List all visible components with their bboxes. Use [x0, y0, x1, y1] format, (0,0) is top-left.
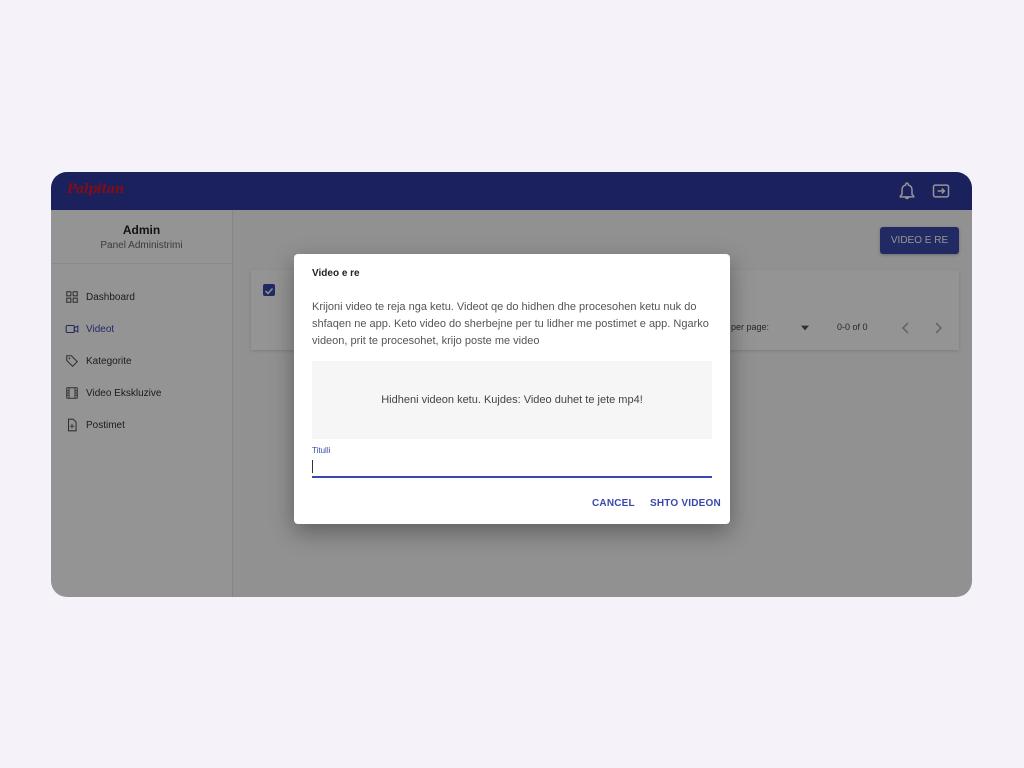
cancel-button[interactable]: CANCEL — [592, 498, 635, 509]
text-caret — [312, 460, 313, 473]
dropzone-text: Hidheni videon ketu. Kujdes: Video duhet… — [381, 394, 643, 406]
app-window: Palpitan Admin Panel Administrimi Dashbo… — [51, 172, 972, 597]
new-video-dialog: Video e re Krijoni video te reja nga ket… — [294, 254, 730, 524]
dialog-description: Krijoni video te reja nga ketu. Videot q… — [312, 301, 709, 347]
dialog-title: Video e re — [312, 268, 360, 279]
title-field-label: Titulli — [312, 446, 331, 455]
add-video-button[interactable]: SHTO VIDEON — [650, 498, 721, 509]
title-field[interactable] — [312, 456, 712, 478]
video-dropzone[interactable]: Hidheni videon ketu. Kujdes: Video duhet… — [312, 361, 712, 439]
